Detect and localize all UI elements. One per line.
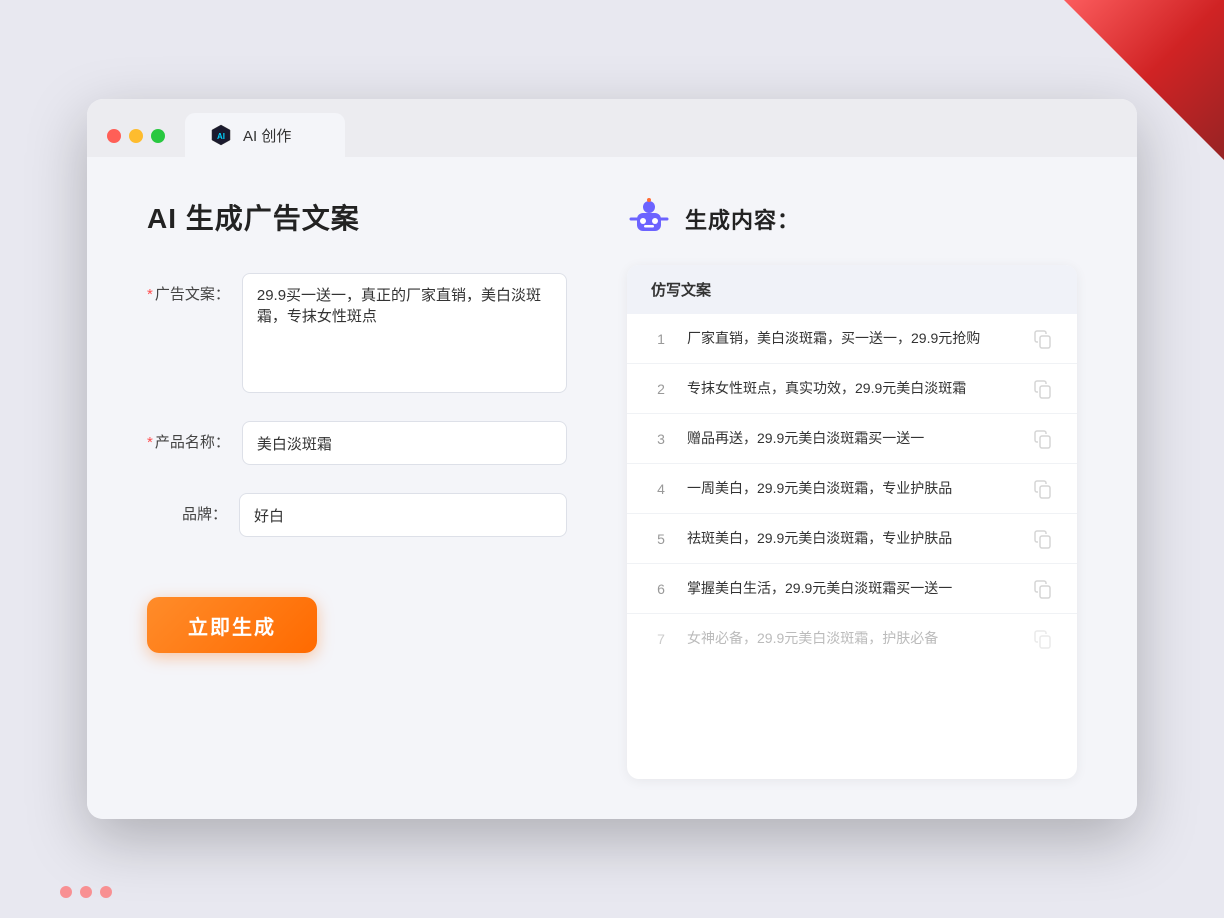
row-text-6: 掌握美白生活，29.9元美白淡斑霜买一送一: [687, 578, 1017, 599]
submit-button[interactable]: 立即生成: [147, 597, 317, 653]
row-text-5: 祛斑美白，29.9元美白淡斑霜，专业护肤品: [687, 528, 1017, 549]
row-text-7: 女神必备，29.9元美白淡斑霜，护肤必备: [687, 628, 1017, 649]
table-row: 4 一周美白，29.9元美白淡斑霜，专业护肤品: [627, 464, 1077, 514]
traffic-light-close[interactable]: [107, 129, 121, 143]
table-row: 2 专抹女性斑点，真实功效，29.9元美白淡斑霜: [627, 364, 1077, 414]
deco-dot-3: [100, 886, 112, 898]
browser-content: AI 生成广告文案 *广告文案： 29.9买一送一，真正的厂家直销，美白淡斑霜，…: [87, 157, 1137, 819]
traffic-lights: [107, 129, 165, 143]
label-product: *产品名称：: [147, 421, 230, 452]
row-text-4: 一周美白，29.9元美白淡斑霜，专业护肤品: [687, 478, 1017, 499]
browser-tab[interactable]: AI AI 创作: [185, 113, 345, 157]
ai-tab-icon: AI: [209, 123, 233, 147]
input-product-name[interactable]: [242, 421, 567, 465]
copy-icon-6[interactable]: [1033, 579, 1053, 599]
row-num-1: 1: [651, 331, 671, 347]
deco-dot-2: [80, 886, 92, 898]
required-star-2: *: [147, 434, 153, 451]
table-row: 1 厂家直销，美白淡斑霜，买一送一，29.9元抢购: [627, 314, 1077, 364]
browser-chrome: AI AI 创作: [87, 99, 1137, 157]
row-num-2: 2: [651, 381, 671, 397]
row-num-5: 5: [651, 531, 671, 547]
deco-dot-1: [60, 886, 72, 898]
form-group-ad-copy: *广告文案： 29.9买一送一，真正的厂家直销，美白淡斑霜，专抹女性斑点: [147, 273, 567, 393]
deco-dots: [60, 886, 112, 898]
table-row: 7 女神必备，29.9元美白淡斑霜，护肤必备: [627, 614, 1077, 663]
tab-label: AI 创作: [243, 125, 291, 146]
traffic-light-minimize[interactable]: [129, 129, 143, 143]
main-title: AI 生成广告文案: [147, 197, 567, 237]
traffic-light-fullscreen[interactable]: [151, 129, 165, 143]
results-table: 仿写文案 1 厂家直销，美白淡斑霜，买一送一，29.9元抢购 2 专抹女性斑点，…: [627, 265, 1077, 779]
table-row: 5 祛斑美白，29.9元美白淡斑霜，专业护肤品: [627, 514, 1077, 564]
row-text-3: 赠品再送，29.9元美白淡斑霜买一送一: [687, 428, 1017, 449]
row-num-7: 7: [651, 631, 671, 647]
row-num-4: 4: [651, 481, 671, 497]
label-ad-copy: *广告文案：: [147, 273, 230, 304]
row-num-6: 6: [651, 581, 671, 597]
right-panel: 生成内容： 仿写文案 1 厂家直销，美白淡斑霜，买一送一，29.9元抢购: [627, 197, 1077, 779]
row-text-1: 厂家直销，美白淡斑霜，买一送一，29.9元抢购: [687, 328, 1017, 349]
copy-icon-3[interactable]: [1033, 429, 1053, 449]
table-row: 6 掌握美白生活，29.9元美白淡斑霜买一送一: [627, 564, 1077, 614]
table-row: 3 赠品再送，29.9元美白淡斑霜买一送一: [627, 414, 1077, 464]
desktop: AI AI 创作 AI 生成广告文案 *广告文案： 29.9买一送一，真正的厂家…: [0, 0, 1224, 918]
input-brand[interactable]: [239, 493, 567, 537]
label-brand: 品牌：: [147, 493, 227, 524]
copy-icon-5[interactable]: [1033, 529, 1053, 549]
table-header: 仿写文案: [627, 265, 1077, 314]
textarea-ad-copy[interactable]: 29.9买一送一，真正的厂家直销，美白淡斑霜，专抹女性斑点: [242, 273, 567, 393]
results-header: 生成内容：: [627, 197, 1077, 241]
form-group-brand: 品牌：: [147, 493, 567, 537]
svg-text:AI: AI: [217, 132, 225, 141]
form-group-product: *产品名称：: [147, 421, 567, 465]
copy-icon-4[interactable]: [1033, 479, 1053, 499]
row-num-3: 3: [651, 431, 671, 447]
copy-icon-1[interactable]: [1033, 329, 1053, 349]
row-text-2: 专抹女性斑点，真实功效，29.9元美白淡斑霜: [687, 378, 1017, 399]
browser-window: AI AI 创作 AI 生成广告文案 *广告文案： 29.9买一送一，真正的厂家…: [87, 99, 1137, 819]
results-title: 生成内容：: [685, 203, 800, 235]
copy-icon-2[interactable]: [1033, 379, 1053, 399]
left-panel: AI 生成广告文案 *广告文案： 29.9买一送一，真正的厂家直销，美白淡斑霜，…: [147, 197, 567, 779]
copy-icon-7[interactable]: [1033, 629, 1053, 649]
robot-icon: [627, 197, 671, 241]
required-star-1: *: [147, 286, 153, 303]
